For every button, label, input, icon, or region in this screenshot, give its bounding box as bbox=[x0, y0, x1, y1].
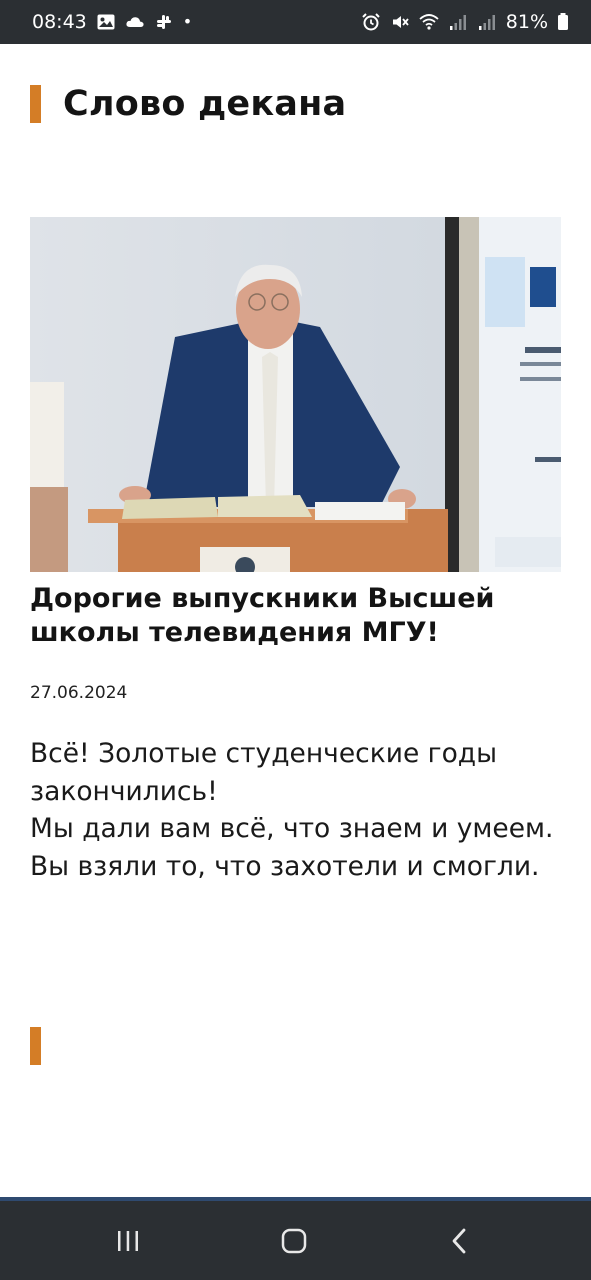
notification-dot: • bbox=[182, 12, 193, 31]
navigation-bar bbox=[0, 1201, 591, 1280]
article-title[interactable]: Дорогие выпускники Высшей школы телевиде… bbox=[30, 582, 570, 650]
mute-icon bbox=[390, 12, 410, 32]
back-button[interactable] bbox=[440, 1223, 480, 1259]
back-icon bbox=[452, 1228, 466, 1254]
accent-bar bbox=[30, 85, 41, 123]
home-icon bbox=[281, 1228, 307, 1254]
cloud-icon bbox=[125, 12, 145, 32]
status-right: 81% bbox=[361, 11, 569, 33]
home-button[interactable] bbox=[274, 1223, 314, 1259]
recents-icon bbox=[118, 1231, 138, 1251]
battery-percent: 81% bbox=[505, 11, 548, 33]
status-bar: 08:43 • 81% bbox=[0, 0, 591, 44]
status-left: 08:43 • bbox=[32, 11, 192, 33]
paragraph: Вы взяли то, что захотели и смогли. bbox=[30, 850, 540, 882]
section-heading: Слово декана bbox=[30, 84, 346, 124]
article-date: 27.06.2024 bbox=[30, 683, 128, 703]
article-body: Всё! Золотые студенческие годы закончили… bbox=[30, 735, 565, 885]
recents-button[interactable] bbox=[108, 1223, 148, 1259]
battery-icon bbox=[557, 12, 569, 32]
paragraph: Мы дали вам всё, что знаем и умеем. bbox=[30, 813, 554, 844]
signal-icon bbox=[448, 12, 468, 32]
wifi-icon bbox=[419, 12, 439, 32]
alarm-icon bbox=[361, 12, 381, 32]
next-section-accent-bar bbox=[30, 1027, 41, 1065]
status-time: 08:43 bbox=[32, 11, 87, 33]
signal-icon bbox=[477, 12, 497, 32]
paragraph: Всё! Золотые студенческие годы закончили… bbox=[30, 738, 498, 807]
article-photo[interactable] bbox=[30, 217, 561, 572]
image-icon bbox=[96, 12, 116, 32]
slack-icon bbox=[154, 12, 174, 32]
section-title: Слово декана bbox=[63, 84, 347, 124]
